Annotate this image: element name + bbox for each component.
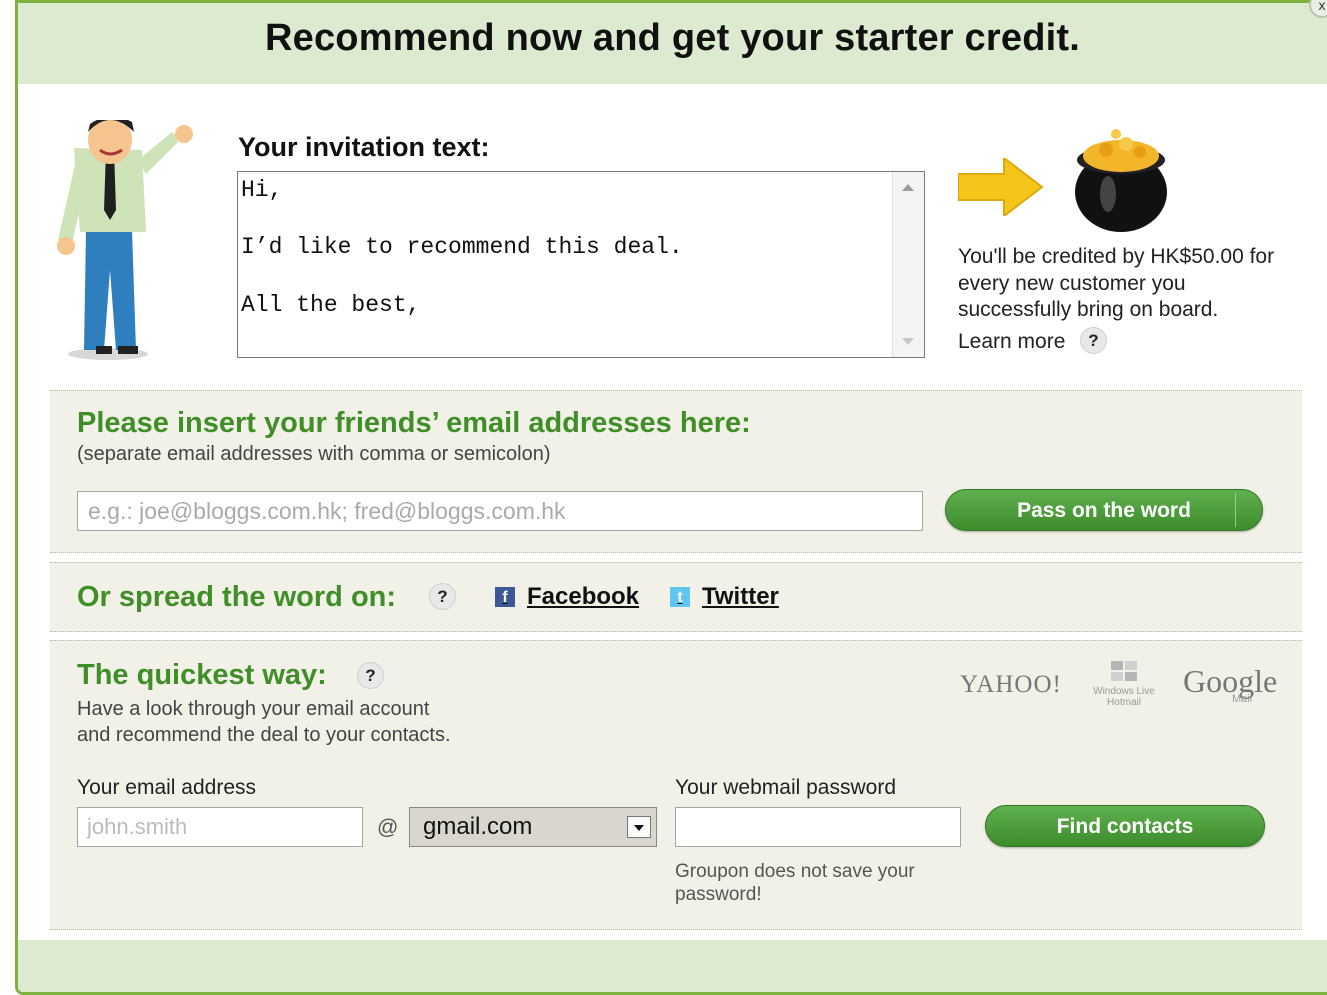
recommend-dialog: Recommend now and get your starter credi…: [15, 0, 1327, 995]
gmail-label: Mail: [1232, 693, 1253, 705]
twitter-label: Twitter: [702, 583, 779, 610]
pass-on-word-button[interactable]: Pass on the word: [945, 489, 1263, 531]
quickest-desc-line1: Have a look through your email account: [77, 698, 430, 720]
dialog-header: Recommend now and get your starter credi…: [18, 0, 1327, 84]
textarea-scrollbar[interactable]: [892, 172, 924, 357]
presenter-illustration: [57, 120, 193, 360]
find-contacts-button[interactable]: Find contacts: [985, 805, 1265, 847]
scroll-down-icon[interactable]: [902, 338, 914, 345]
dialog-title: Recommend now and get your starter credi…: [264, 17, 1080, 59]
dialog-footer: [18, 940, 1327, 992]
facebook-label: Facebook: [527, 583, 640, 610]
arrow-right-icon: [958, 158, 1044, 216]
quickest-way-section: The quickest way: ? Have a look through …: [50, 640, 1302, 930]
friends-email-title: Please insert your friends’ email addres…: [77, 407, 751, 439]
quickest-way-title: The quickest way:: [77, 659, 327, 691]
invitation-body[interactable]: Hi, I’d like to recommend this deal. All…: [241, 176, 890, 357]
invitation-textarea[interactable]: Hi, I’d like to recommend this deal. All…: [237, 171, 925, 358]
windows-flag-icon: [1111, 661, 1137, 681]
help-icon[interactable]: ?: [429, 583, 456, 610]
learn-more-link[interactable]: Learn more: [958, 330, 1065, 354]
spread-word-title: Or spread the word on:: [77, 581, 397, 613]
invitation-label: Your invitation text:: [238, 132, 490, 162]
friends-email-section: Please insert your friends’ email addres…: [50, 390, 1302, 553]
google-logo: Google: [1183, 663, 1278, 699]
yahoo-logo: YAHOO!: [960, 671, 1062, 698]
email-address-label: Your email address: [77, 776, 256, 799]
pass-on-word-label: Pass on the word: [1017, 499, 1191, 522]
friends-email-hint: (separate email addresses with comma or …: [77, 443, 551, 465]
password-note: Groupon does not save your password!: [675, 861, 915, 905]
email-username-input[interactable]: john.smith: [77, 807, 363, 847]
windows-live-logo: Windows Live Hotmail: [1084, 659, 1164, 709]
scroll-up-icon[interactable]: [902, 184, 914, 191]
gold-pot-icon: [1075, 129, 1167, 232]
email-domain-value: gmail.com: [423, 813, 533, 840]
credit-info: You'll be credited by HK$50.00 for every…: [958, 245, 1275, 321]
password-input[interactable]: [675, 807, 961, 847]
button-divider: [1235, 493, 1236, 527]
help-icon[interactable]: ?: [1080, 327, 1107, 354]
dropdown-arrow-icon[interactable]: [627, 816, 651, 838]
help-icon[interactable]: ?: [357, 662, 384, 689]
at-sign: @: [377, 816, 399, 839]
twitter-icon: t: [670, 587, 690, 607]
email-domain-select[interactable]: gmail.com: [409, 807, 657, 847]
quickest-desc-line2: and recommend the deal to your contacts.: [77, 724, 451, 746]
windows-live-label: Windows Live Hotmail: [1093, 686, 1155, 708]
facebook-link[interactable]: f Facebook: [495, 583, 639, 611]
spread-word-section: Or spread the word on: ? f Facebook t Tw…: [50, 562, 1302, 632]
password-label: Your webmail password: [675, 776, 897, 799]
twitter-link[interactable]: t Twitter: [670, 583, 779, 611]
facebook-icon: f: [495, 587, 515, 607]
friends-email-input[interactable]: e.g.: joe@bloggs.com.hk; fred@bloggs.com…: [77, 491, 923, 531]
